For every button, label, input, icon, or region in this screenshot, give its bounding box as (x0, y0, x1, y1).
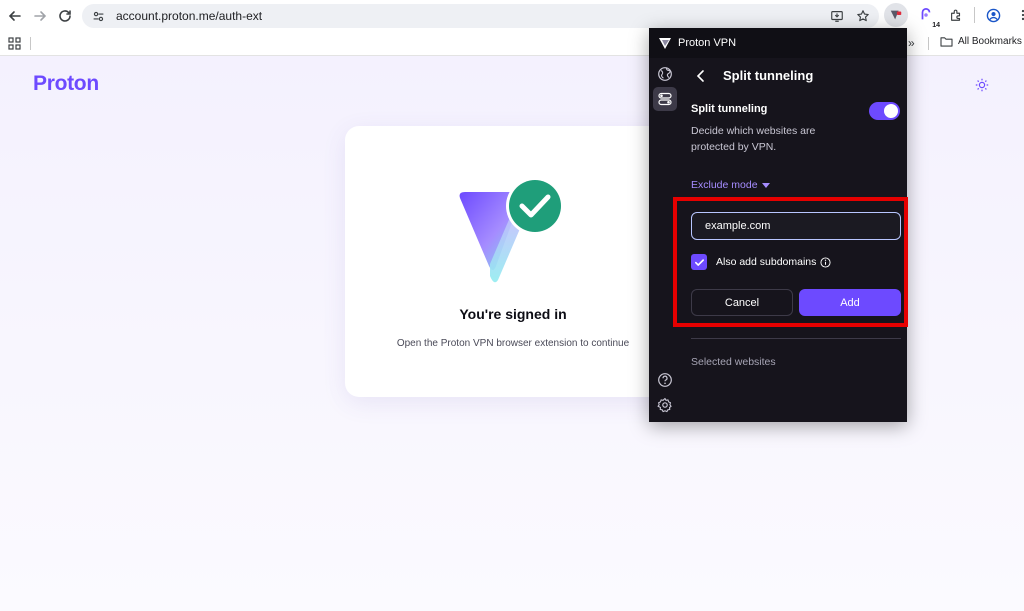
forward-icon[interactable] (27, 3, 53, 29)
signed-in-subtitle: Open the Proton VPN browser extension to… (396, 338, 630, 349)
popup-header: Proton VPN (649, 28, 907, 58)
signed-in-card: You're signed in Open the Proton VPN bro… (345, 126, 681, 397)
apps-grid-icon[interactable] (8, 37, 21, 50)
toolbar-separator (974, 7, 975, 23)
globe-icon[interactable] (653, 62, 677, 86)
site-settings-icon[interactable] (90, 8, 106, 24)
split-tunneling-toggle[interactable] (869, 102, 900, 120)
folder-icon (940, 37, 953, 47)
subdomains-checkbox[interactable] (691, 254, 707, 270)
cancel-button[interactable]: Cancel (691, 289, 793, 316)
extension-badge: 14 (931, 22, 941, 29)
bookmark-star-icon[interactable] (855, 8, 871, 24)
proton-vpn-check-logo-icon (459, 178, 564, 283)
all-bookmarks-label: All Bookmarks (958, 36, 1022, 47)
split-tunneling-description: Decide which websites are protected by V… (691, 125, 816, 153)
checkmark-icon (694, 258, 704, 266)
chevron-left-icon[interactable] (694, 69, 708, 83)
panel-header: Split tunneling (691, 68, 813, 83)
bookmarks-separator (30, 37, 31, 50)
panel-title: Split tunneling (723, 68, 814, 83)
popup-sidebar (649, 58, 681, 422)
all-bookmarks-button[interactable]: All Bookmarks (940, 36, 1022, 47)
url-text[interactable]: account.proton.me/auth-ext (116, 9, 262, 23)
theme-sun-icon[interactable] (975, 78, 989, 92)
proton-vpn-popup: Proton VPN Split tunneling Split tunneli… (649, 28, 907, 422)
proton-vpn-extension-icon (890, 10, 902, 20)
website-input[interactable] (691, 212, 901, 240)
browser-toolbar: account.proton.me/auth-ext 14 (0, 0, 1024, 31)
address-bar[interactable]: account.proton.me/auth-ext (82, 4, 879, 28)
browser-menu-icon[interactable] (1011, 3, 1024, 27)
signed-in-title: You're signed in (459, 306, 567, 322)
install-app-icon[interactable] (829, 8, 845, 24)
split-tunneling-label: Split tunneling (691, 103, 768, 115)
settings-toggles-icon[interactable] (653, 87, 677, 111)
proton-vpn-logo-icon (659, 38, 671, 49)
mode-label: Exclude mode (691, 179, 758, 191)
popup-app-name: Proton VPN (678, 37, 737, 49)
add-button[interactable]: Add (799, 289, 901, 316)
proton-vpn-extension-button[interactable] (884, 3, 908, 27)
proton-logo: Proton (33, 72, 99, 95)
mode-dropdown[interactable]: Exclude mode (691, 179, 770, 191)
proton-pass-extension-button[interactable]: 14 (914, 3, 941, 29)
caret-down-icon (761, 182, 770, 188)
extensions-puzzle-icon[interactable] (944, 3, 968, 27)
reload-icon[interactable] (52, 3, 78, 29)
subdomains-label: Also add subdomains (716, 256, 817, 268)
help-icon[interactable] (653, 368, 677, 392)
panel-divider (691, 338, 901, 339)
gear-icon[interactable] (653, 393, 677, 417)
bookmarks-separator (928, 37, 929, 50)
info-icon[interactable] (820, 256, 831, 268)
selected-websites-label: Selected websites (691, 356, 776, 368)
more-bookmarks-chevron[interactable]: » (908, 36, 915, 50)
back-icon[interactable] (2, 3, 28, 29)
proton-pass-extension-icon (921, 8, 931, 20)
subdomains-option[interactable]: Also add subdomains (691, 254, 831, 270)
profile-avatar-icon[interactable] (981, 3, 1005, 27)
